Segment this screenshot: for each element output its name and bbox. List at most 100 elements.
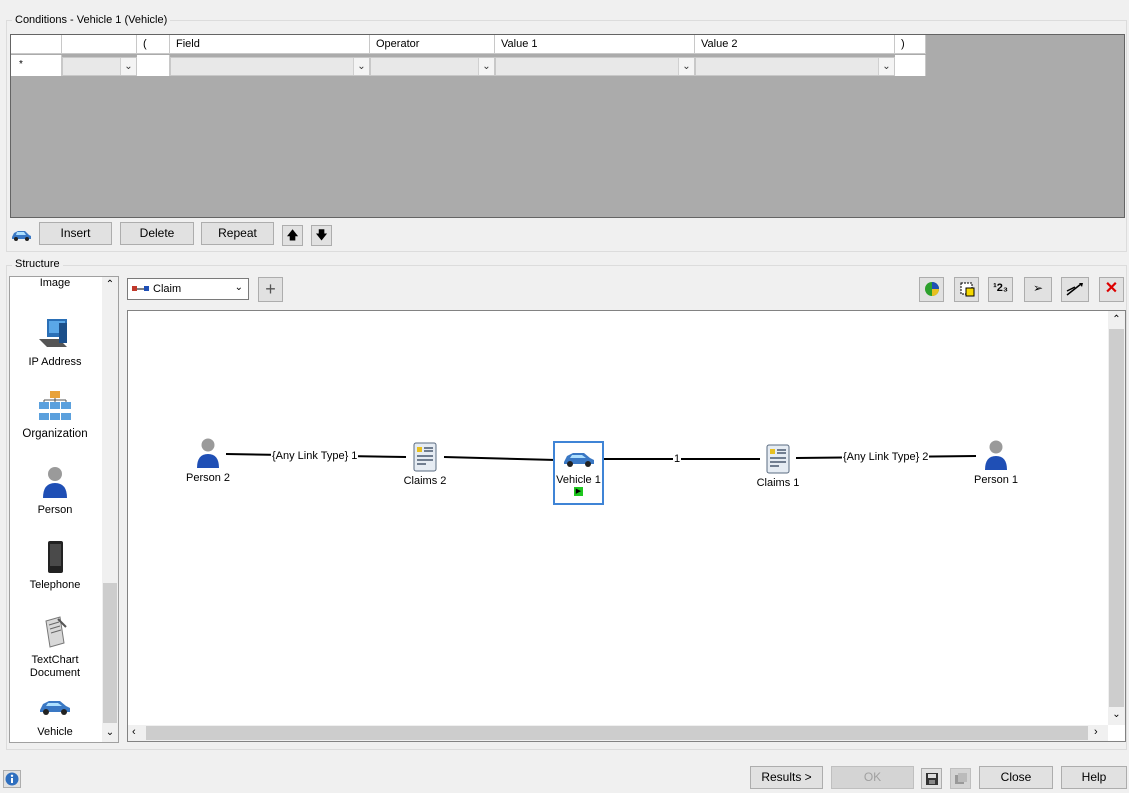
link-label-claims1-person1: {Any Link Type} 2 <box>842 451 930 463</box>
palette-item-ip-address[interactable]: IP Address <box>10 317 100 368</box>
open-query-icon <box>954 773 967 784</box>
row-value2-combo[interactable]: ⌄ <box>695 57 895 76</box>
chevron-up-icon[interactable]: ⌃ <box>1108 314 1125 325</box>
link-lines <box>225 453 977 461</box>
add-link-button[interactable]: + <box>258 277 283 302</box>
ok-button[interactable]: OK <box>831 766 914 789</box>
arrow-down-icon: 🡇 <box>315 228 328 242</box>
arrow-right-icon: ➢ <box>1032 281 1044 295</box>
link-label-vehicle1-claims1: 1 <box>673 453 682 465</box>
save-icon <box>925 773 938 785</box>
palette-item-image[interactable]: Image <box>10 277 100 289</box>
row-operator-combo[interactable]: ⌄ <box>370 57 495 76</box>
palette-item-person[interactable]: Person <box>10 465 100 516</box>
chevron-down-icon: ⌄ <box>353 58 369 75</box>
color-legend-button[interactable] <box>919 277 944 302</box>
palette-item-vehicle[interactable]: Vehicle <box>10 697 100 738</box>
grid-header-field: Field <box>170 35 370 54</box>
numbering-icon: ¹2₃ <box>993 282 1008 294</box>
save-button[interactable] <box>921 768 942 789</box>
conditions-grid[interactable]: ( Field Operator Value 1 Value 2 ) * ⌄ ⌄… <box>10 34 1125 218</box>
node-claims1[interactable]: Claims 1 <box>753 444 803 489</box>
organization-icon <box>39 391 71 420</box>
node-person2[interactable]: Person 2 <box>183 437 233 484</box>
grid-header-value2: Value 2 <box>695 35 895 54</box>
link-type-select[interactable]: Claim ⌄ <box>127 278 249 300</box>
close-icon: ✕ <box>1104 280 1119 297</box>
insert-button[interactable]: Insert <box>39 222 112 245</box>
row-field-combo[interactable]: ⌄ <box>170 57 370 76</box>
grid-header-operator: Operator <box>370 35 495 54</box>
palette-item-telephone[interactable]: Telephone <box>10 540 100 591</box>
chevron-down-icon[interactable]: ⌄ <box>102 727 118 738</box>
row-value1-combo[interactable]: ⌄ <box>495 57 695 76</box>
canvas-hscrollbar[interactable]: ‹ › <box>128 725 1108 741</box>
row-close-paren-cell[interactable] <box>895 55 926 76</box>
grid-header-close-paren: ) <box>895 35 926 54</box>
link-type-icon <box>132 286 149 291</box>
delete-structure-button[interactable]: ✕ <box>1099 277 1124 302</box>
layout-button[interactable] <box>1061 277 1089 302</box>
row-open-paren-cell[interactable] <box>137 55 170 76</box>
palette-item-organization[interactable]: Organization <box>10 389 100 440</box>
new-row-marker: * <box>11 55 62 76</box>
palette-item-textchart-document[interactable]: TextChart Document <box>10 615 100 680</box>
open-button[interactable] <box>950 768 971 789</box>
entity-palette[interactable]: Image IP Address Organization Person Tel… <box>9 276 119 743</box>
canvas-vscroll-thumb[interactable] <box>1109 329 1124 707</box>
claim-document-icon <box>413 442 437 472</box>
condition-flag-icon: ▶ <box>574 487 583 496</box>
vehicle-icon <box>10 228 32 245</box>
chevron-down-icon: ⌄ <box>120 58 136 75</box>
chevron-down-icon: ⌄ <box>878 58 894 75</box>
node-person1[interactable]: Person 1 <box>971 439 1021 486</box>
claim-document-icon <box>766 444 790 474</box>
results-button[interactable]: Results > <box>750 766 823 789</box>
move-down-button[interactable]: 🡇 <box>311 225 332 246</box>
grid-header-corner <box>11 35 62 54</box>
grid-header-open-paren: ( <box>137 35 170 54</box>
chevron-down-icon: ⌄ <box>678 58 694 75</box>
move-up-button[interactable]: 🡅 <box>282 225 303 246</box>
node-vehicle1[interactable]: Vehicle 1 ▶ <box>553 441 604 505</box>
chevron-right-icon[interactable]: › <box>1094 726 1098 738</box>
chevron-down-icon[interactable]: ⌄ <box>1108 709 1125 720</box>
multi-arrow-icon <box>1066 283 1083 296</box>
structure-title: Structure <box>12 258 63 270</box>
person-icon <box>43 467 67 498</box>
close-button[interactable]: Close <box>979 766 1053 789</box>
chevron-down-icon: ⌄ <box>234 282 243 293</box>
conditions-title: Conditions - Vehicle 1 (Vehicle) <box>12 14 171 26</box>
vehicle-icon <box>40 701 70 715</box>
chevron-left-icon[interactable]: ‹ <box>132 726 136 738</box>
row-connector-combo[interactable]: ⌄ <box>62 57 137 76</box>
arrow-button[interactable]: ➢ <box>1024 277 1052 302</box>
chevron-up-icon[interactable]: ⌃ <box>102 279 118 290</box>
computer-icon <box>39 319 67 347</box>
plus-icon: + <box>265 279 276 299</box>
grid-header-value1: Value 1 <box>495 35 695 54</box>
palette-scrollbar[interactable]: ⌃ ⌄ <box>102 277 118 742</box>
person-icon <box>985 440 1007 470</box>
pie-chart-icon <box>924 282 939 296</box>
telephone-icon <box>48 541 63 573</box>
link-label-person2-claims2: {Any Link Type} 1 <box>271 450 359 462</box>
structure-canvas[interactable]: {Any Link Type} 1 1 {Any Link Type} 2 Pe… <box>127 310 1126 742</box>
node-claims2[interactable]: Claims 2 <box>400 442 450 487</box>
document-icon <box>45 616 67 648</box>
canvas-vscrollbar[interactable]: ⌃ ⌄ <box>1108 311 1125 725</box>
select-icon <box>960 282 974 297</box>
help-button[interactable]: Help <box>1061 766 1127 789</box>
vehicle-icon <box>563 453 594 467</box>
info-icon[interactable] <box>3 770 21 788</box>
grid-header-blank <box>62 35 137 54</box>
arrow-up-icon: 🡅 <box>286 228 299 242</box>
delete-button[interactable]: Delete <box>120 222 194 245</box>
canvas-hscroll-thumb[interactable] <box>146 726 1088 740</box>
chevron-down-icon: ⌄ <box>478 58 494 75</box>
link-claims2-vehicle1 <box>443 456 557 461</box>
palette-scroll-thumb[interactable] <box>103 583 117 723</box>
select-all-button[interactable] <box>954 277 979 302</box>
repeat-button[interactable]: Repeat <box>201 222 274 245</box>
numbering-button[interactable]: ¹2₃ <box>988 277 1013 302</box>
